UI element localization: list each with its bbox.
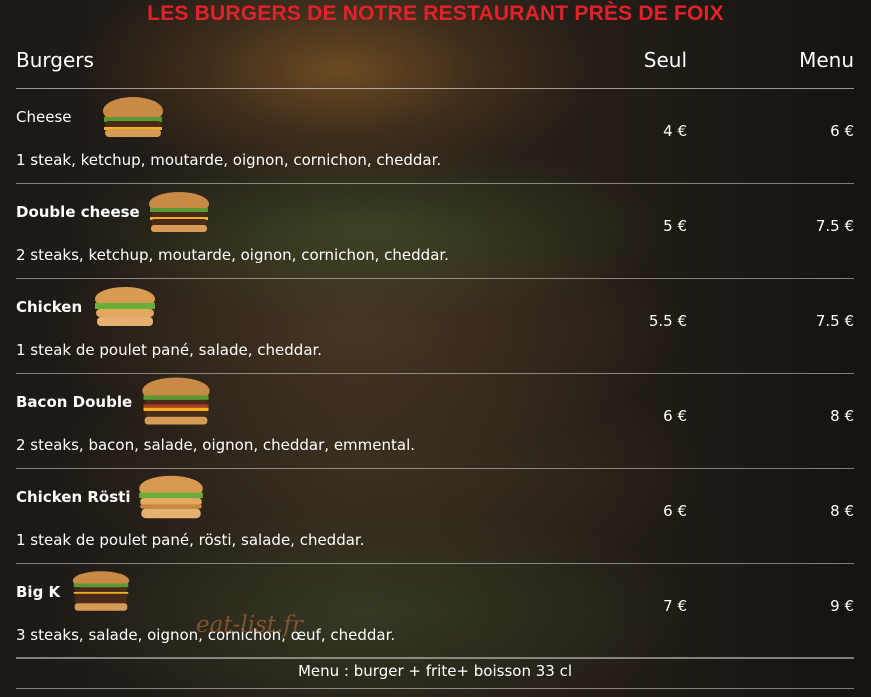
table-row: Chicken Rösti 1 steak de poulet pané, rö… <box>16 469 854 564</box>
header-burgers: Burgers <box>16 48 94 72</box>
table-row: Bacon Double 2 steaks, bacon, salade, oi… <box>16 374 854 469</box>
burger-description: 2 steaks, bacon, salade, oignon, cheddar… <box>16 436 416 454</box>
price-seul: 6 € <box>663 502 687 520</box>
table-row: Big K 3 steaks, salade, oignon, cornicho… <box>16 564 854 659</box>
price-menu: 9 € <box>830 597 854 615</box>
table-row: Cheese 1 steak, ketchup, moutarde, oigno… <box>16 89 854 184</box>
price-seul: 5.5 € <box>648 312 687 330</box>
burger-image <box>103 97 163 137</box>
table-row: Chicken 1 steak de poulet pané, salade, … <box>16 279 854 374</box>
table-row: Double cheese 2 steaks, ketchup, moutard… <box>16 184 854 279</box>
watermark-text: eat-list.fr <box>196 612 303 638</box>
burger-name: Double cheese <box>16 203 140 221</box>
burger-name: Chicken Rösti <box>16 488 131 506</box>
price-menu: 8 € <box>830 502 854 520</box>
price-menu: 8 € <box>830 407 854 425</box>
burger-description: 1 steak de poulet pané, salade, cheddar. <box>16 341 323 359</box>
burger-image <box>149 192 209 232</box>
burger-description: 2 steaks, ketchup, moutarde, oignon, cor… <box>16 246 449 264</box>
burger-image <box>139 475 203 519</box>
header-menu: Menu <box>799 48 854 72</box>
burger-description: 1 steak, ketchup, moutarde, oignon, corn… <box>16 151 442 169</box>
price-menu: 6 € <box>830 122 854 140</box>
price-seul: 4 € <box>663 122 687 140</box>
price-menu: 7.5 € <box>815 312 854 330</box>
burger-name: Chicken <box>16 298 83 316</box>
price-seul: 5 € <box>663 217 687 235</box>
price-seul: 7 € <box>663 597 687 615</box>
page-title: LES BURGERS DE NOTRE RESTAURANT PRÈS DE … <box>147 2 724 25</box>
burger-name: Cheese <box>16 108 72 126</box>
table-header: Burgers Seul Menu <box>16 46 854 89</box>
menu-footer-note: Menu : burger + frite+ boisson 33 cl <box>16 657 854 689</box>
burger-image <box>95 287 155 326</box>
header-seul: Seul <box>643 48 687 72</box>
burger-image <box>142 377 210 425</box>
burger-description: 1 steak de poulet pané, rösti, salade, c… <box>16 531 365 549</box>
burger-image <box>72 571 130 611</box>
burger-name: Big K <box>16 583 61 601</box>
price-menu: 7.5 € <box>815 217 854 235</box>
price-seul: 6 € <box>663 407 687 425</box>
burger-name: Bacon Double <box>16 393 133 411</box>
